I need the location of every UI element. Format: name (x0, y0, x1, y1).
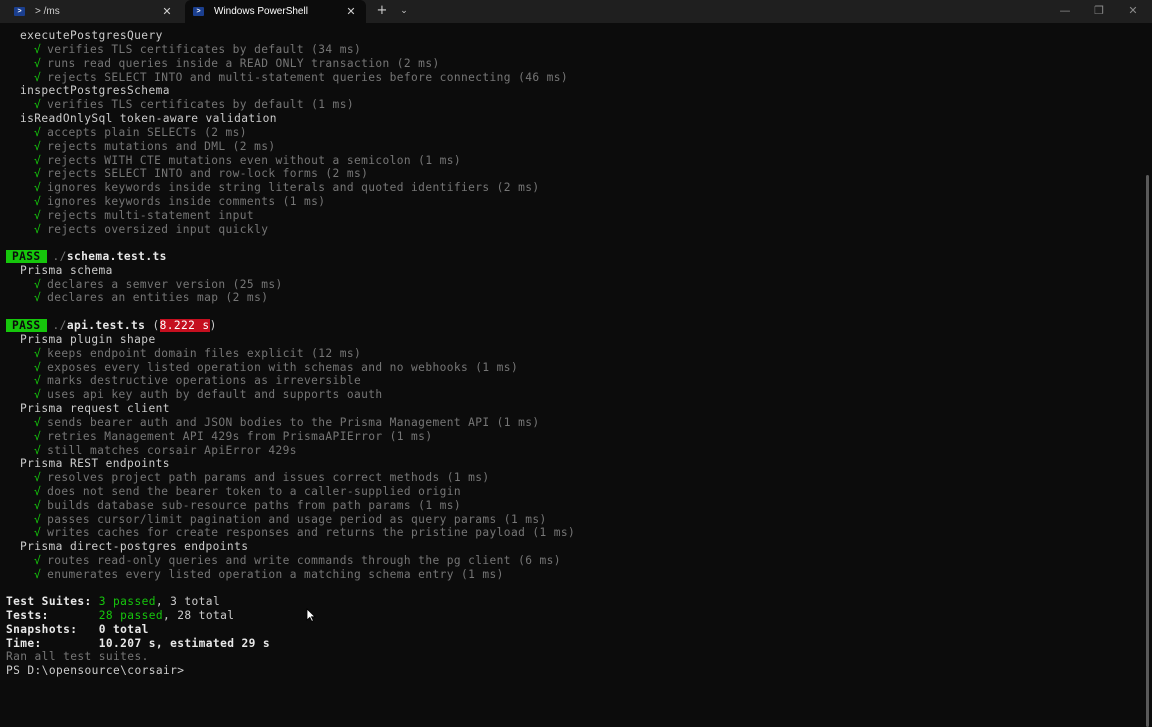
checkmark-icon: √ (34, 98, 42, 111)
test-result-line: √ rejects WITH CTE mutations even without… (34, 154, 461, 167)
maximize-button[interactable]: ❐ (1084, 2, 1114, 20)
test-result-line: √ routes read-only queries and write comm… (34, 554, 561, 567)
test-result-line: √ writes caches for create responses and … (34, 526, 576, 539)
checkmark-icon: √ (34, 526, 42, 539)
test-result-line: √ exposes every listed operation with sch… (34, 361, 519, 374)
terminal-output[interactable]: executePostgresQuery √ verifies TLS certi… (0, 23, 1144, 720)
test-result-line: √ does not send the bearer token to a cal… (34, 485, 461, 498)
close-window-button[interactable]: ✕ (1118, 2, 1148, 20)
test-result-line: √ builds database sub-resource paths from… (34, 499, 461, 512)
test-result-line: √ enumerates every listed operation a mat… (34, 568, 504, 581)
powershell-icon: > (14, 7, 25, 16)
checkmark-icon: √ (34, 167, 42, 180)
test-result-line: √ sends bearer auth and JSON bodies to th… (34, 416, 540, 429)
checkmark-icon: √ (34, 126, 42, 139)
powershell-icon: > (193, 7, 204, 16)
checkmark-icon: √ (34, 499, 42, 512)
test-result-line: √ accepts plain SELECTs (2 ms) (34, 126, 247, 139)
test-group-title: executePostgresQuery (20, 29, 163, 42)
suite-header: PASS ./schema.test.ts (6, 250, 167, 264)
checkmark-icon: √ (34, 485, 42, 498)
pass-badge: PASS (6, 250, 47, 263)
summary-ran: Ran all test suites. (6, 650, 149, 663)
test-group-title: Prisma plugin shape (20, 333, 156, 346)
test-result-line: √ retries Management API 429s from Prisma… (34, 430, 433, 443)
minimize-button[interactable]: — (1050, 2, 1080, 20)
test-result-line: √ rejects mutations and DML (2 ms) (34, 140, 276, 153)
scrollbar-thumb[interactable] (1146, 175, 1149, 727)
tab-label: Windows PowerShell (214, 6, 308, 17)
test-result-line: √ declares an entities map (2 ms) (34, 291, 269, 304)
checkmark-icon: √ (34, 43, 42, 56)
checkmark-icon: √ (34, 291, 42, 304)
test-result-line: √ still matches corsair ApiError 429s (34, 444, 297, 457)
tab-label: > /ms (35, 6, 60, 17)
pass-badge: PASS (6, 319, 47, 332)
checkmark-icon: √ (34, 361, 42, 374)
test-group-title: Prisma REST endpoints (20, 457, 170, 470)
checkmark-icon: √ (34, 195, 42, 208)
checkmark-icon: √ (34, 554, 42, 567)
checkmark-icon: √ (34, 154, 42, 167)
slow-duration-badge: 8.222 s (159, 319, 210, 332)
checkmark-icon: √ (34, 57, 42, 70)
tab-windows-powershell[interactable]: > Windows PowerShell ✕ (185, 0, 366, 23)
test-group-title: isReadOnlySql token-aware validation (20, 112, 277, 125)
test-result-line: √ rejects oversized input quickly (34, 223, 269, 236)
checkmark-icon: √ (34, 181, 42, 194)
test-result-line: √ passes cursor/limit pagination and usag… (34, 513, 547, 526)
test-result-line: √ keeps endpoint domain files explicit (1… (34, 347, 362, 360)
title-bar: > > /ms ✕ > Windows PowerShell ✕ + ⌄ — ❐… (0, 0, 1152, 23)
test-result-line: √ rejects SELECT INTO and multi-statement… (34, 71, 569, 84)
summary-tests: Tests: 28 passed, 28 total (6, 609, 235, 622)
test-result-line: √ verifies TLS certificates by default (1… (34, 98, 354, 111)
test-result-line: √ marks destructive operations as irrever… (34, 374, 362, 387)
checkmark-icon: √ (34, 416, 42, 429)
scrollbar[interactable] (1144, 23, 1152, 727)
tab-ms[interactable]: > > /ms ✕ (6, 0, 182, 23)
chevron-down-icon[interactable]: ⌄ (396, 3, 412, 19)
tab-close-icon[interactable]: ✕ (158, 5, 176, 18)
test-group-title: Prisma request client (20, 402, 170, 415)
test-result-line: √ rejects multi-statement input (34, 209, 255, 222)
checkmark-icon: √ (34, 568, 42, 581)
checkmark-icon: √ (34, 430, 42, 443)
mouse-pointer-icon (306, 608, 316, 622)
checkmark-icon: √ (34, 444, 42, 457)
suite-header: PASS ./api.test.ts (8.222 s) (6, 319, 217, 333)
checkmark-icon: √ (34, 347, 42, 360)
checkmark-icon: √ (34, 471, 42, 484)
checkmark-icon: √ (34, 223, 42, 236)
checkmark-icon: √ (34, 513, 42, 526)
test-result-line: √ ignores keywords inside string literals… (34, 181, 540, 194)
test-group-title: Prisma direct-postgres endpoints (20, 540, 249, 553)
test-result-line: √ resolves project path params and issues… (34, 471, 490, 484)
summary-test-suites: Test Suites: 3 passed, 3 total (6, 595, 221, 608)
checkmark-icon: √ (34, 209, 42, 222)
summary-snapshots: Snapshots: 0 total (6, 623, 149, 636)
test-group-title: Prisma schema (20, 264, 113, 277)
test-result-line: √ declares a semver version (25 ms) (34, 278, 283, 291)
test-result-line: √ uses api key auth by default and suppor… (34, 388, 383, 401)
checkmark-icon: √ (34, 140, 42, 153)
test-result-line: √ ignores keywords inside comments (1 ms) (34, 195, 326, 208)
checkmark-icon: √ (34, 278, 42, 291)
new-tab-button[interactable]: + (374, 3, 390, 19)
checkmark-icon: √ (34, 374, 42, 387)
test-result-line: √ verifies TLS certificates by default (3… (34, 43, 362, 56)
tab-close-icon[interactable]: ✕ (342, 5, 360, 18)
test-result-line: √ runs read queries inside a READ ONLY tr… (34, 57, 440, 70)
summary-time: Time: 10.207 s, estimated 29 s (6, 637, 271, 650)
command-prompt[interactable]: PS D:\opensource\corsair> (6, 664, 184, 678)
checkmark-icon: √ (34, 71, 42, 84)
checkmark-icon: √ (34, 388, 42, 401)
test-result-line: √ rejects SELECT INTO and row-lock forms … (34, 167, 369, 180)
test-group-title: inspectPostgresSchema (20, 84, 170, 97)
